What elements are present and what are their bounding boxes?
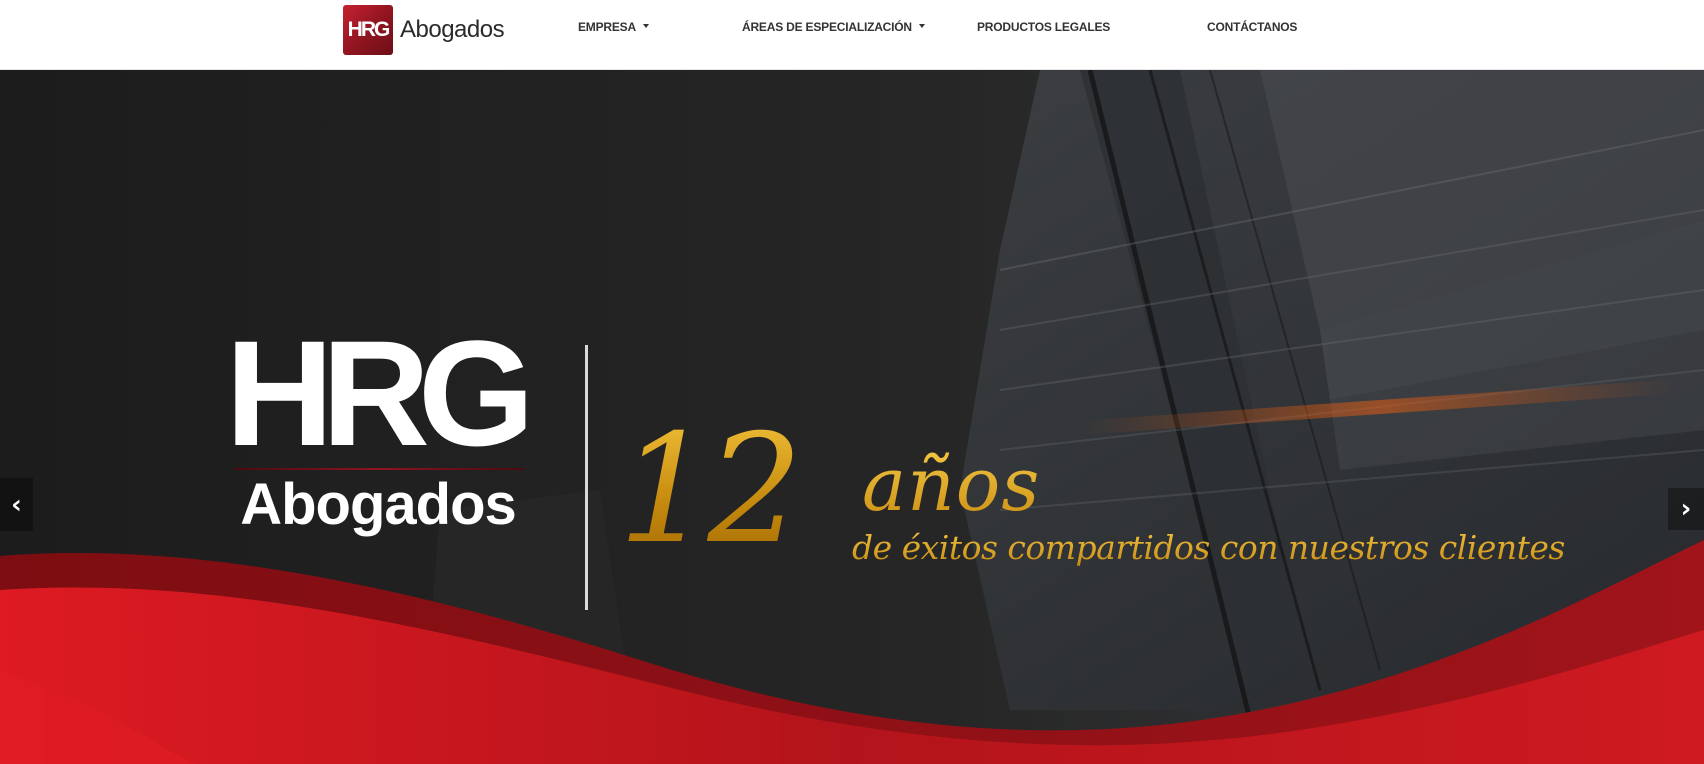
nav-item-contactanos[interactable]: CONTÁCTANOS [1207,20,1297,34]
nav-item-areas-especializacion[interactable]: ÁREAS DE ESPECIALIZACIÓN [742,20,925,34]
nav-item-empresa[interactable]: EMPRESA [578,20,649,34]
hero-logo-abogados: Abogados [240,472,517,537]
hero-logo-hrg: HRG [225,309,534,477]
top-navbar: HRG Abogados EMPRESA ÁREAS DE ESPECIALIZ… [0,0,1704,70]
hero-years-word: años [862,442,1041,528]
hero-carousel: HRG Abogados 12 años de éxitos compartid… [0,70,1704,764]
carousel-next-button[interactable]: › [1668,488,1704,530]
brand-name: Abogados [400,16,505,43]
nav-item-empresa-label: EMPRESA [578,20,636,34]
brand-home-link[interactable]: HRG Abogados [343,5,505,55]
hero-tagline: de éxitos compartidos con nuestros clien… [852,528,1565,567]
nav-item-contactanos-label: CONTÁCTANOS [1207,20,1298,34]
carousel-prev-button[interactable]: ‹ [0,478,33,531]
hero-years-number: 12 [618,403,803,577]
hero-logo: HRG Abogados [225,318,534,537]
caret-down-icon [642,24,649,28]
nav-item-productos-legales[interactable]: PRODUCTOS LEGALES [977,20,1110,34]
nav-item-productos-label: PRODUCTOS LEGALES [977,20,1111,34]
nav-item-areas-label: ÁREAS DE ESPECIALIZACIÓN [742,20,912,34]
caret-down-icon [918,24,925,28]
brand-logo: HRG [343,5,393,55]
hero-vertical-divider [585,345,588,610]
chevron-left-icon: ‹ [11,489,22,520]
chevron-right-icon: › [1680,494,1692,524]
